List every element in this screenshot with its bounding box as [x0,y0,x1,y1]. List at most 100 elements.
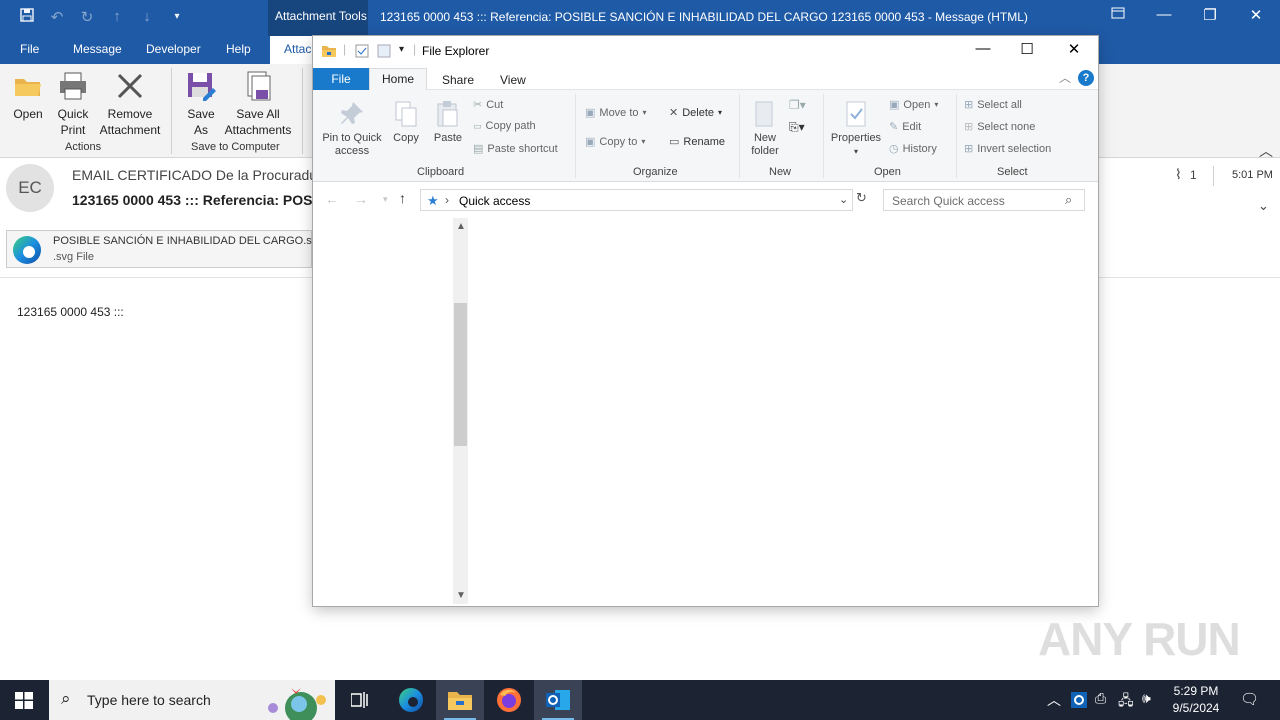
copy-button[interactable]: Copy [389,100,423,145]
move-to-button[interactable]: ▣ Move to ▾ [585,106,647,120]
tab-view[interactable]: View [500,73,526,87]
taskbar-firefox[interactable] [485,680,533,720]
select-all-button[interactable]: ⊞ Select all [964,98,1022,112]
properties-small-icon[interactable] [355,44,369,58]
tab-file[interactable]: File [313,68,369,90]
expand-header-icon[interactable]: ⌄ [1258,198,1269,214]
qat-divider: | [413,42,417,56]
paste-button[interactable]: Paste [431,100,465,145]
taskbar-search[interactable]: ⌕ Type here to search [49,680,335,720]
new-item-icon[interactable]: ❐▾ [789,98,806,112]
network-icon[interactable]: 🖧 [1118,690,1134,714]
taskbar-file-explorer[interactable] [436,680,484,720]
tab-share[interactable]: Share [442,73,474,87]
ribbon-separator [739,94,740,178]
up-arrow-icon[interactable]: ↑ [108,8,126,26]
edit-icon: ✎ [889,121,899,133]
save-as-button[interactable]: Save As [180,64,222,138]
taskbar-outlook[interactable] [534,680,582,720]
refresh-icon[interactable]: ↻ [856,190,867,206]
copy-to-button[interactable]: ▣ Copy to ▾ [585,135,645,149]
search-input[interactable]: Search Quick access ⌕ [883,189,1085,211]
tab-message[interactable]: Message [73,42,122,56]
open-button[interactable]: ▣ Open ▾ [889,98,938,112]
cut-button[interactable]: ✂ Cut [473,98,503,112]
save-icon[interactable] [18,8,36,26]
volume-icon[interactable]: 🕪 [1142,690,1151,707]
customize-qat-icon[interactable]: ▾ [168,8,186,26]
chevron-down-icon[interactable]: ⌄ [839,193,848,206]
system-clock[interactable]: 5:29 PM 9/5/2024 [1166,683,1226,717]
scissors-icon: ✂ [473,99,483,111]
scroll-up-icon[interactable]: ▲ [456,221,466,232]
file-explorer-window: | ▾ | File Explorer — ☐ ✕ File Home Shar… [313,36,1098,606]
remove-attachment-button[interactable]: Remove Attachment [96,64,164,138]
delete-button[interactable]: ✕ Delete ▾ [669,106,722,120]
up-arrow-icon[interactable]: ↑ [399,190,406,206]
header-separator [1213,166,1214,186]
start-button[interactable] [0,680,48,720]
edit-button[interactable]: ✎ Edit [889,120,921,134]
close-icon[interactable]: ✕ [1060,40,1088,58]
customize-qat-icon[interactable]: ▾ [399,44,404,55]
maximize-icon[interactable]: ☐ [1013,40,1041,58]
search-highlight-icon [268,688,326,720]
search-icon: ⌕ [61,689,71,708]
address-bar[interactable]: ★ › Quick access ⌄ [420,189,853,211]
ribbon-display-icon[interactable] [1106,6,1130,23]
attachment-chip[interactable]: POSIBLE SANCIÓN E INHABILIDAD DEL CARGO.… [6,230,312,268]
close-icon[interactable]: ✕ [1244,6,1268,24]
undo-icon[interactable]: ↶ [48,8,66,26]
down-arrow-icon[interactable]: ↓ [138,8,156,26]
new-folder-button[interactable]: New folder [747,100,783,158]
tab-home[interactable]: Home [369,68,427,91]
select-none-button[interactable]: ⊞ Select none [964,120,1035,134]
device-icon[interactable]: ⎙ [1095,690,1106,707]
pin-to-quick-access-button[interactable]: Pin to Quick access [319,100,385,158]
minimize-icon[interactable]: — [969,40,997,57]
new-folder-small-icon[interactable] [377,44,391,58]
rename-button[interactable]: ▭ Rename [669,135,725,149]
notifications-icon[interactable]: 🗨 [1240,690,1259,708]
scrollbar-thumb[interactable] [454,303,467,446]
outlook-tray-icon[interactable] [1071,692,1087,708]
paste-icon [437,101,458,127]
open-button[interactable]: Open [8,64,48,122]
properties-button[interactable]: Properties ▾ [829,100,883,158]
pin-icon [341,102,363,124]
minimize-ribbon-icon[interactable]: ︿ [1059,69,1071,86]
save-all-attachments-button[interactable]: Save All Attachments [222,64,294,138]
recent-locations-icon[interactable]: ▾ [383,191,388,207]
redo-icon[interactable]: ↻ [78,8,96,26]
explorer-titlebar: | ▾ | File Explorer — ☐ ✕ [313,36,1098,66]
attachment-type: .svg File [53,251,94,263]
forward-arrow-icon[interactable]: → [354,191,368,207]
taskbar-edge[interactable] [387,680,435,720]
tab-file[interactable]: File [20,42,39,56]
task-view-button[interactable] [336,680,384,720]
history-button[interactable]: ◷ History [889,142,937,156]
copy-path-button[interactable]: ▭ Copy path [473,120,536,132]
show-hidden-icons-icon[interactable]: ︿ [1047,690,1061,710]
paste-shortcut-button[interactable]: ▤ Paste shortcut [473,142,558,156]
invert-selection-button[interactable]: ⊞ Invert selection [964,142,1051,156]
explorer-title: File Explorer [422,44,490,58]
easy-access-icon[interactable]: ⎘▾ [789,120,805,135]
navigation-pane-scrollbar[interactable]: ▲ ▼ [453,218,468,604]
tab-help[interactable]: Help [226,42,251,56]
explorer-ribbon: Pin to Quick access Copy Paste ✂ Cut ▭ Cop… [313,90,1098,182]
edge-icon [399,688,423,712]
tab-attachments[interactable]: Attac [270,36,320,64]
save-group-label: Save to Computer [191,141,280,153]
quick-print-button[interactable]: Quick Print [52,64,94,138]
minimize-icon[interactable]: — [1152,6,1176,23]
delete-x-icon: ✕ [669,107,679,119]
open-group-label: Open [874,166,901,178]
chevron-right-icon[interactable]: › [445,193,449,207]
restore-icon[interactable]: ❐ [1198,6,1222,24]
back-arrow-icon[interactable]: ← [325,191,339,207]
help-icon[interactable]: ? [1078,70,1094,86]
scroll-down-icon[interactable]: ▼ [456,590,466,601]
breadcrumb[interactable]: Quick access [459,194,530,208]
tab-developer[interactable]: Developer [146,42,201,56]
